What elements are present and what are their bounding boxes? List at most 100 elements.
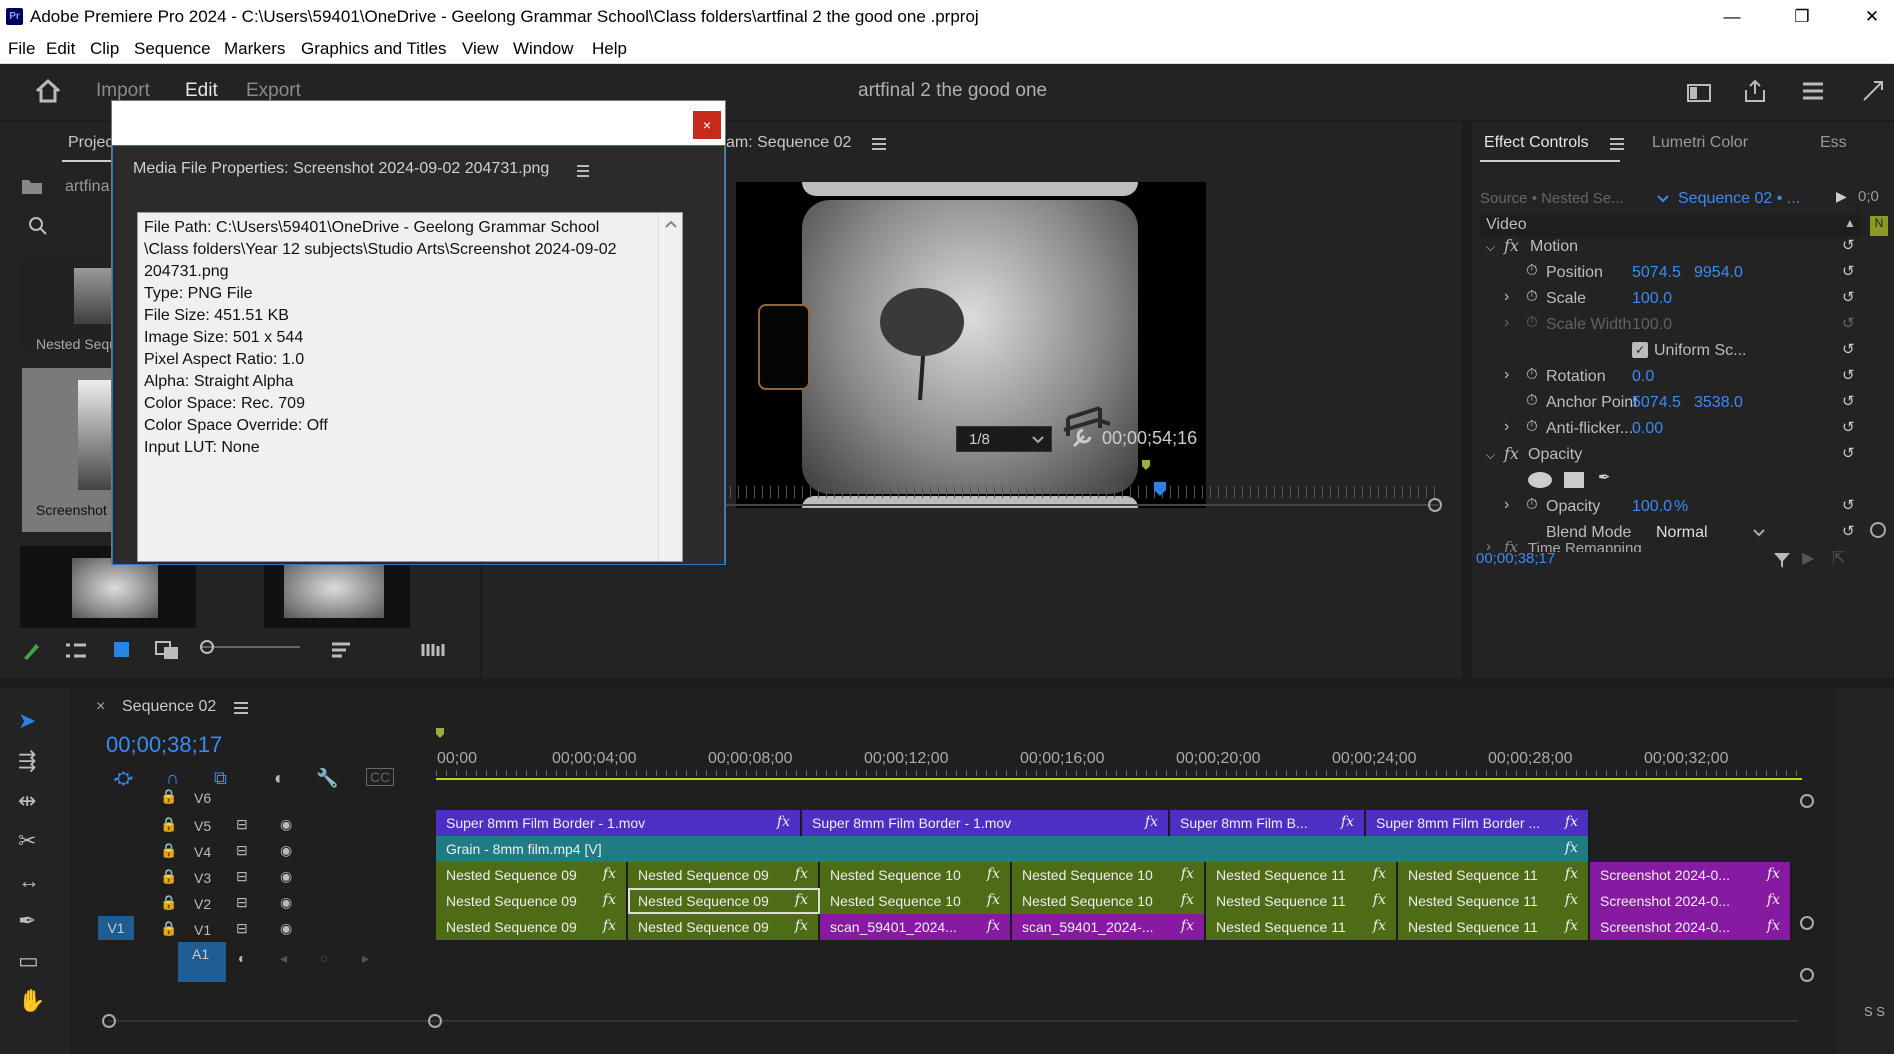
expand-timeline-icon[interactable]: ▶ — [1836, 188, 1847, 205]
eye-icon[interactable]: ◉ — [280, 868, 292, 885]
export-icon[interactable]: ⇱ — [1832, 548, 1845, 568]
clip-v5-4[interactable]: Super 8mm Film Border ... fx — [1366, 810, 1590, 836]
tab-menu-icon[interactable] — [232, 700, 250, 716]
clip-v1-2[interactable]: Nested Sequence 09 fx — [628, 914, 820, 940]
timeline-playhead-icon[interactable] — [434, 726, 446, 740]
sort-icon[interactable] — [330, 640, 354, 660]
lock-icon[interactable]: 🔒 — [160, 842, 177, 859]
menu-help[interactable]: Help — [592, 39, 627, 59]
opacity-value[interactable]: 100.0 — [1632, 498, 1672, 516]
fullscreen-icon[interactable] — [1860, 78, 1886, 104]
reset-icon[interactable]: ↺ — [1842, 262, 1855, 280]
zoom-slider[interactable] — [200, 646, 300, 648]
chevron-down-icon[interactable] — [1656, 194, 1670, 204]
reset-icon[interactable]: ↺ — [1842, 444, 1855, 462]
stopwatch-icon[interactable]: ⏱ — [1526, 288, 1538, 305]
position-y-value[interactable]: 9954.0 — [1694, 264, 1743, 282]
tab-lumetri-color[interactable]: Lumetri Color — [1652, 134, 1748, 152]
record-icon[interactable]: ◐ — [238, 950, 246, 966]
work-area-bar[interactable] — [436, 778, 1802, 780]
clip-v2-7[interactable]: Screenshot 2024-0... fx — [1590, 888, 1792, 914]
razor-tool-icon[interactable]: ✂ — [18, 828, 36, 854]
stopwatch-icon[interactable]: ⏱ — [1526, 418, 1538, 435]
menu-clip[interactable]: Clip — [90, 39, 119, 59]
dialog-menu-icon[interactable] — [575, 164, 591, 178]
reset-icon[interactable]: ↺ — [1842, 366, 1855, 384]
effect-controls-timecode[interactable]: 00;00;38;17 — [1476, 550, 1555, 567]
freeform-view-icon[interactable] — [154, 640, 182, 660]
menu-view[interactable]: View — [462, 39, 499, 59]
scale-value[interactable]: 100.0 — [1632, 290, 1672, 308]
tab-effect-controls[interactable]: Effect Controls — [1484, 134, 1589, 152]
dialog-close-button[interactable]: × — [693, 111, 721, 139]
reset-icon[interactable]: ↺ — [1842, 288, 1855, 306]
selection-tool-icon[interactable]: ➤ — [18, 708, 36, 734]
tab-program-monitor[interactable]: am: Sequence 02 — [726, 134, 851, 152]
wrench-icon[interactable] — [1070, 426, 1094, 450]
menu-graphics-titles[interactable]: Graphics and Titles — [301, 39, 447, 59]
reset-icon[interactable]: ↺ — [1842, 392, 1855, 410]
disclosure-triangle-icon[interactable]: ⌵ — [1486, 240, 1495, 255]
sync-lock-icon[interactable]: ⊟ — [236, 842, 248, 859]
h-scroll-left-handle[interactable] — [102, 1014, 116, 1028]
eye-icon[interactable]: ◉ — [280, 894, 292, 911]
icon-view-icon[interactable] — [112, 640, 132, 660]
h-scroll-right-handle[interactable] — [428, 1014, 442, 1028]
antiflicker-value[interactable]: 0.00 — [1632, 420, 1663, 438]
clip-v5-3[interactable]: Super 8mm Film B... fx — [1170, 810, 1366, 836]
resolution-select[interactable]: 1/8 — [956, 426, 1052, 452]
share-icon[interactable] — [1742, 78, 1768, 104]
source-label[interactable]: Source • Nested Se... — [1480, 190, 1624, 207]
lock-icon[interactable]: 🔒 — [160, 788, 177, 805]
clip-v1-5[interactable]: Nested Sequence 11 fx — [1206, 914, 1398, 940]
target-a1[interactable]: A1 — [178, 942, 226, 982]
stopwatch-icon[interactable]: ⏱ — [1526, 392, 1538, 409]
eye-icon[interactable]: ◉ — [280, 816, 292, 833]
clip-v2-6[interactable]: Nested Sequence 11 fx — [1398, 888, 1590, 914]
clip-v3-4[interactable]: Nested Sequence 10 fx — [1012, 862, 1206, 888]
close-sequence-icon[interactable]: × — [96, 698, 105, 716]
rectangle-mask-icon[interactable] — [1564, 472, 1584, 488]
sync-lock-icon[interactable]: ⊟ — [236, 894, 248, 911]
sync-lock-icon[interactable]: ⊟ — [236, 868, 248, 885]
tab-menu-icon[interactable] — [870, 136, 888, 152]
tab-export[interactable]: Export — [246, 80, 301, 102]
sync-lock-icon[interactable]: ⊟ — [236, 816, 248, 833]
clip-v3-2[interactable]: Nested Sequence 09 fx — [628, 862, 820, 888]
menu-window[interactable]: Window — [513, 39, 573, 59]
clip-v3-6[interactable]: Nested Sequence 11 fx — [1398, 862, 1590, 888]
menu-file[interactable]: File — [8, 39, 35, 59]
pencil-icon[interactable] — [20, 640, 42, 662]
clip-v2-1[interactable]: Nested Sequence 09 fx — [436, 888, 628, 914]
tab-sequence-02[interactable]: Sequence 02 — [122, 698, 216, 716]
workspace-icon[interactable] — [1686, 82, 1712, 104]
audio-scroll-handle[interactable] — [1800, 968, 1814, 982]
timeline-ruler[interactable] — [434, 724, 1806, 774]
clip-v2-2-selected[interactable]: Nested Sequence 09 fx — [628, 888, 820, 914]
list-view-icon[interactable] — [64, 642, 88, 660]
v-scroll-top-handle[interactable] — [1800, 794, 1814, 808]
reset-icon[interactable]: ↺ — [1842, 418, 1855, 436]
slip-tool-icon[interactable]: ↔ — [18, 868, 40, 894]
h-scrollbar[interactable] — [108, 1020, 1798, 1022]
sequence-selector[interactable]: Sequence 02 • ... — [1678, 190, 1800, 208]
clip-v1-1[interactable]: Nested Sequence 09 fx — [436, 914, 628, 940]
pen-tool-icon[interactable]: ✒ — [18, 908, 36, 934]
playhead-icon[interactable] — [1152, 480, 1168, 498]
lock-icon[interactable]: 🔒 — [160, 868, 177, 885]
tab-menu-icon[interactable] — [1608, 136, 1626, 152]
close-window-button[interactable]: ✕ — [1852, 4, 1892, 30]
stopwatch-icon[interactable]: ⏱ — [1526, 366, 1538, 383]
reset-icon[interactable]: ↺ — [1842, 236, 1855, 254]
tab-edit[interactable]: Edit — [185, 80, 218, 102]
textbox-scrollbar[interactable] — [658, 213, 682, 561]
restore-button[interactable]: ❐ — [1782, 4, 1822, 30]
reset-icon[interactable]: ↺ — [1842, 340, 1855, 358]
eye-icon[interactable]: ◉ — [280, 842, 292, 859]
zoom-end-handle[interactable] — [1428, 498, 1442, 512]
ellipse-mask-icon[interactable] — [1528, 472, 1552, 488]
track-select-tool-icon[interactable]: ⇶ — [18, 748, 36, 774]
position-x-value[interactable]: 5074.5 — [1632, 264, 1681, 282]
clip-v2-3[interactable]: Nested Sequence 10 fx — [820, 888, 1012, 914]
clip-v5-1[interactable]: Super 8mm Film Border - 1.mov fx — [436, 810, 802, 836]
